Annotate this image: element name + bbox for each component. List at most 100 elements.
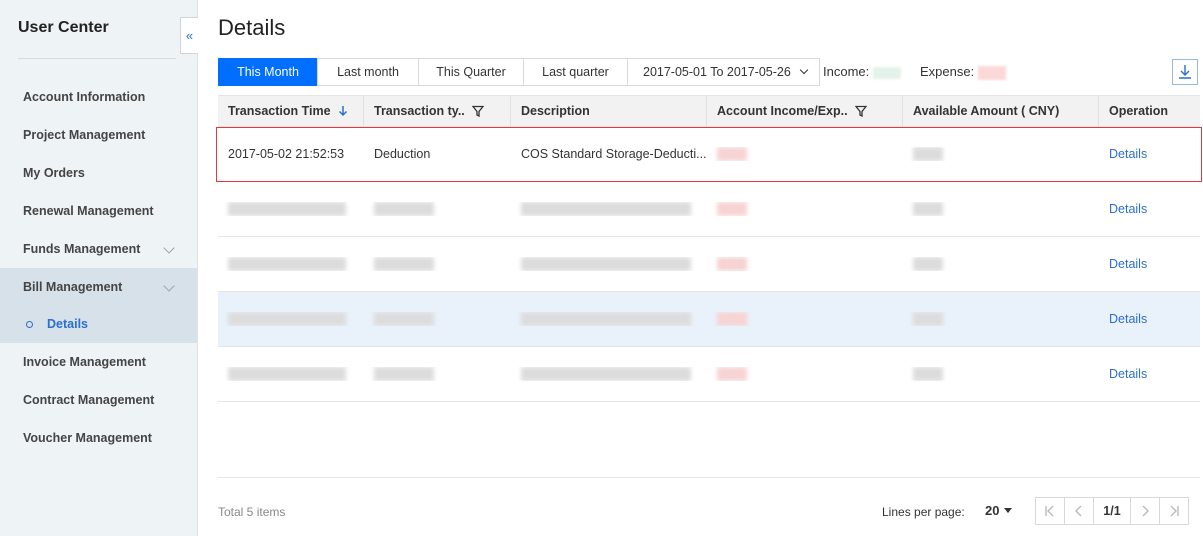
cell-income-expense-redacted [707, 367, 903, 382]
column-header-description: Description [511, 96, 707, 126]
lines-per-page-select[interactable]: 20 [985, 503, 1013, 518]
cell-description-redacted [511, 257, 707, 272]
sidebar-item-label: Project Management [23, 128, 146, 142]
cell-income-expense-redacted [707, 257, 903, 272]
sidebar-nav: Account Information Project Management M… [0, 78, 197, 457]
prev-page-button[interactable] [1064, 497, 1094, 525]
sidebar-item-my-orders[interactable]: My Orders [0, 154, 197, 192]
sidebar-item-bill-management[interactable]: Bill Management [0, 268, 197, 306]
chevron-down-icon [799, 65, 809, 75]
next-page-button[interactable] [1130, 497, 1160, 525]
details-link-label: Details [1109, 312, 1148, 326]
filter-icon [471, 105, 485, 118]
sidebar-subitem-details[interactable]: Details [0, 306, 197, 343]
sort-arrow-down-icon [339, 106, 348, 117]
cell-available-amount-redacted [903, 257, 1099, 272]
filter-icon [854, 105, 868, 118]
cell-available-amount-redacted [903, 312, 1099, 327]
sidebar-item-label: Invoice Management [23, 355, 146, 369]
column-header-account-income-expense[interactable]: Account Income/Exp.. [707, 96, 903, 126]
chevron-right-icon [1142, 505, 1149, 517]
column-header-label: Description [521, 104, 590, 118]
cell-transaction-time-redacted [218, 367, 364, 382]
column-header-transaction-time[interactable]: Transaction Time [218, 96, 364, 126]
cell-transaction-time: 2017-05-02 21:52:53 [228, 147, 345, 161]
details-link-label: Details [1109, 147, 1148, 161]
income-value-redacted [872, 66, 901, 79]
sidebar-item-account-information[interactable]: Account Information [0, 78, 197, 116]
date-range-value: 2017-05-01 To 2017-05-26 [643, 65, 791, 79]
sidebar-item-invoice-management[interactable]: Invoice Management [0, 343, 197, 381]
column-header-label: Transaction Time [228, 104, 331, 118]
cell-transaction-time-redacted [218, 257, 364, 272]
cell-income-expense-redacted [707, 202, 903, 217]
expense-value-redacted [977, 65, 1006, 80]
sidebar-item-label: My Orders [23, 166, 85, 180]
lines-per-page-value: 20 [985, 503, 1000, 518]
cell-transaction-time-redacted [218, 312, 364, 327]
row-details-link[interactable]: Details [1099, 367, 1200, 381]
column-header-transaction-type[interactable]: Transaction ty.. [364, 96, 511, 126]
chevron-left-icon [1075, 505, 1082, 517]
sidebar-item-label: Contract Management [23, 393, 155, 407]
column-header-available-amount: Available Amount ( CNY) [903, 96, 1099, 126]
table-header: Transaction Time Transaction ty.. Descri… [218, 95, 1200, 127]
period-tabs: This Month Last month This Quarter Last … [218, 58, 820, 86]
download-icon [1179, 65, 1191, 79]
cell-description-redacted [511, 202, 707, 217]
total-items: Total 5 items [218, 505, 286, 519]
sidebar-item-label: Details [47, 317, 88, 331]
tab-this-quarter[interactable]: This Quarter [418, 58, 524, 86]
expense-summary: Expense: [920, 64, 1006, 80]
tab-last-month[interactable]: Last month [317, 58, 419, 86]
row-details-link[interactable]: Details [1099, 312, 1200, 326]
row-details-link[interactable]: Details [1099, 257, 1200, 271]
lines-per-page-label: Lines per page: [882, 505, 965, 519]
cell-available-amount-redacted [903, 147, 1099, 162]
cell-income-expense-redacted [707, 147, 903, 162]
date-range-picker[interactable]: 2017-05-01 To 2017-05-26 [627, 58, 820, 86]
first-page-button[interactable] [1035, 497, 1065, 525]
table-row: Details [218, 182, 1200, 237]
chevron-down-icon [163, 242, 175, 254]
sidebar-item-label: Funds Management [23, 242, 141, 256]
first-page-icon [1045, 505, 1054, 517]
details-link-label: Details [1109, 367, 1148, 381]
details-link-label: Details [1109, 257, 1148, 271]
column-header-operation: Operation [1099, 96, 1200, 126]
table-row: Details [218, 237, 1200, 292]
sidebar-item-voucher-management[interactable]: Voucher Management [0, 419, 197, 457]
row-details-link[interactable]: Details [1099, 147, 1200, 161]
double-chevron-left-icon: « [185, 28, 194, 43]
tab-this-month[interactable]: This Month [218, 58, 318, 86]
cell-transaction-type-redacted [364, 257, 511, 272]
page-title: Details [218, 15, 286, 40]
row-details-link[interactable]: Details [1099, 202, 1200, 216]
sidebar-item-label: Voucher Management [23, 431, 152, 445]
main-content: Details This Month Last month This Quart… [198, 0, 1203, 536]
cell-transaction-type: Deduction [374, 147, 431, 161]
cell-description-redacted [511, 367, 707, 382]
collapse-sidebar-button[interactable]: « [180, 17, 198, 54]
last-page-button[interactable] [1159, 497, 1189, 525]
footer-divider [218, 477, 1200, 478]
sidebar-item-project-management[interactable]: Project Management [0, 116, 197, 154]
sidebar-item-renewal-management[interactable]: Renewal Management [0, 192, 197, 230]
income-summary: Income: [823, 64, 901, 79]
sidebar-divider [18, 58, 176, 59]
details-link-label: Details [1109, 202, 1148, 216]
download-button[interactable] [1172, 59, 1198, 85]
app-window: User Center « Account Information Projec… [0, 0, 1203, 536]
income-label: Income: [823, 64, 870, 79]
transactions-table: Transaction Time Transaction ty.. Descri… [216, 95, 1202, 402]
table-row: 2017-05-02 21:52:53 Deduction COS Standa… [216, 127, 1202, 182]
cell-available-amount-redacted [903, 202, 1099, 217]
sidebar-item-funds-management[interactable]: Funds Management [0, 230, 197, 268]
sidebar-item-contract-management[interactable]: Contract Management [0, 381, 197, 419]
table-row: Details [218, 292, 1200, 347]
chevron-down-icon [163, 280, 175, 292]
column-header-label: Account Income/Exp.. [717, 104, 848, 118]
tab-last-quarter[interactable]: Last quarter [523, 58, 628, 86]
column-header-label: Available Amount ( CNY) [913, 104, 1060, 118]
cell-transaction-type-redacted [364, 367, 511, 382]
